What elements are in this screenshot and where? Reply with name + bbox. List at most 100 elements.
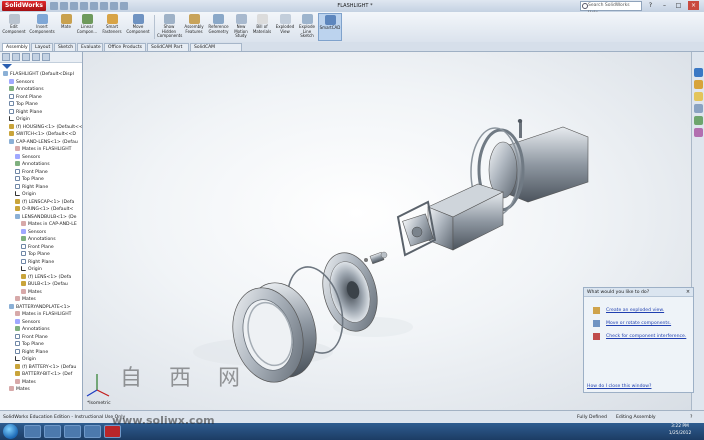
tree-item[interactable]: Top Plane [9, 101, 38, 109]
select-icon[interactable] [100, 2, 108, 10]
tree-item[interactable]: Sensors [15, 318, 40, 327]
property-manager-tab-icon[interactable] [12, 53, 20, 61]
tree-item[interactable]: Top Plane [15, 341, 44, 349]
tree-item[interactable]: Origin [15, 191, 36, 199]
smart-fasteners-button[interactable]: Smart Fasteners [101, 13, 123, 41]
tree-item[interactable]: Origin [15, 356, 36, 364]
edit-component-button[interactable]: Edit Component [2, 13, 26, 41]
tab-solidcam-operations[interactable]: SolidCAM Operations [190, 43, 242, 58]
reference-geometry-button[interactable]: Reference Geometry [206, 13, 231, 41]
assembly-features-button[interactable]: Assembly Features [183, 13, 205, 41]
linear-pattern-button[interactable]: Linear Compon... [76, 13, 98, 41]
tree-item[interactable]: (f) LENSCAP<1> (Defa [15, 198, 74, 207]
new-motion-study-button[interactable]: New Motion Study [232, 13, 250, 41]
smartcad-button[interactable]: SmartCAD [318, 13, 342, 41]
tree-item[interactable]: Front Plane [9, 93, 42, 102]
check-interference-link[interactable]: Check for component interference. [606, 334, 686, 339]
tab-evaluate[interactable]: Evaluate [77, 43, 103, 51]
file-explorer-icon[interactable] [694, 92, 703, 101]
rebuild-icon[interactable] [110, 2, 118, 10]
dimxpert-tab-icon[interactable] [32, 53, 40, 61]
view-palette-icon[interactable] [694, 104, 703, 113]
filter-icon[interactable] [2, 64, 12, 69]
open-icon[interactable] [60, 2, 68, 10]
tree-item[interactable]: Annotations [9, 86, 44, 94]
tree-item[interactable]: Right Plane [15, 348, 48, 357]
print-icon[interactable] [80, 2, 88, 10]
tab-assembly[interactable]: Assembly [2, 43, 30, 51]
tree-item[interactable]: Mates in FLASHLIGHT [15, 146, 71, 154]
design-library-icon[interactable] [694, 80, 703, 89]
exploded-view-button[interactable]: Exploded View [274, 13, 296, 41]
battery-and-plate-part[interactable] [396, 183, 504, 257]
save-icon[interactable] [70, 2, 78, 10]
app-taskbar-icon[interactable] [84, 425, 101, 438]
tree-item[interactable]: SWITCH<1> (Default<<D [9, 131, 76, 139]
new-document-icon[interactable] [50, 2, 58, 10]
tree-item[interactable]: BULB<1> (Defau [21, 281, 68, 289]
minimize-button[interactable]: – [659, 1, 670, 10]
tree-item[interactable]: CAP-AND-LENS<1> (Defau [9, 138, 78, 147]
tree-item[interactable]: Right Plane [9, 108, 42, 117]
feature-manager-tab-icon[interactable] [2, 53, 10, 61]
maximize-button[interactable]: □ [673, 1, 684, 10]
tab-layout[interactable]: Layout [31, 43, 53, 51]
tree-item[interactable]: Mates [9, 386, 30, 394]
tree-item[interactable]: Annotations [15, 161, 50, 169]
move-component-button[interactable]: Move Component [125, 13, 151, 41]
tree-item[interactable]: BATTERYANDPLATE<1> [9, 303, 70, 312]
tree-item[interactable]: Origin [9, 116, 30, 124]
tree-item[interactable]: Top Plane [15, 176, 44, 184]
task-pane-close-icon[interactable]: × [685, 289, 691, 295]
help-search-input[interactable]: Search SolidWorks Help [580, 1, 642, 16]
tree-item[interactable]: Mates [15, 378, 36, 387]
tree-item[interactable]: (f) BATTERY<1> (Defau [15, 363, 76, 372]
explode-line-sketch-button[interactable]: Explode Line Sketch [297, 13, 317, 41]
tab-solidcam-part[interactable]: SolidCAM Part [147, 43, 189, 51]
explorer-taskbar-icon[interactable] [24, 425, 41, 438]
tree-item[interactable]: Sensors [15, 153, 40, 162]
tree-item[interactable]: Right Plane [21, 258, 54, 267]
how-to-close-link[interactable]: How do I close this window? [587, 384, 652, 389]
help-button[interactable]: ? [645, 1, 656, 10]
bill-of-materials-button[interactable]: Bill of Materials [251, 13, 273, 41]
tree-item[interactable]: Sensors [9, 78, 34, 87]
show-hidden-components-button[interactable]: Show Hidden Components [157, 13, 182, 41]
create-exploded-view-link[interactable]: Create an exploded view. [606, 308, 664, 313]
solidworks-logo[interactable]: SolidWorks [2, 1, 46, 11]
tree-item[interactable]: Mates in CAP-AND-LE [21, 221, 77, 229]
tab-sketch[interactable]: Sketch [54, 43, 76, 51]
tree-item[interactable]: Sensors [21, 228, 46, 237]
tree-item[interactable]: Mates [21, 288, 42, 297]
move-rotate-components-link[interactable]: Move or rotate components. [606, 321, 671, 326]
tree-item[interactable]: FLASHLIGHT (Default<Displ [3, 71, 74, 79]
tree-item[interactable]: Mates [15, 296, 36, 304]
mate-button[interactable]: Mate [57, 13, 75, 41]
close-button[interactable]: × [688, 1, 699, 10]
appearances-icon[interactable] [694, 116, 703, 125]
tree-item[interactable]: Front Plane [21, 243, 54, 252]
tree-item[interactable]: Front Plane [15, 333, 48, 342]
tree-item[interactable]: Right Plane [15, 183, 48, 192]
tab-office-products[interactable]: Office Products [104, 43, 146, 51]
tree-item[interactable]: O-RING<1> (Default< [15, 206, 73, 214]
tree-item[interactable]: LENSANDBULB<1> (De [15, 213, 76, 222]
tree-item[interactable]: (f) HOUSING<1> (Default<< [9, 123, 82, 132]
tree-item[interactable]: Origin [21, 266, 42, 274]
browser-taskbar-icon[interactable] [64, 425, 81, 438]
undo-icon[interactable] [90, 2, 98, 10]
tree-item[interactable]: (f) LENS<1> (Defa [21, 273, 71, 282]
start-button[interactable] [3, 424, 18, 439]
tree-item[interactable]: Annotations [21, 236, 56, 244]
tree-item[interactable]: Mates in FLASHLIGHT [15, 311, 71, 319]
options-icon[interactable] [120, 2, 128, 10]
display-manager-tab-icon[interactable] [42, 53, 50, 61]
insert-components-button[interactable]: Insert Components [28, 13, 56, 41]
tree-item[interactable]: Annotations [15, 326, 50, 334]
tree-item[interactable]: Front Plane [15, 168, 48, 177]
configuration-manager-tab-icon[interactable] [22, 53, 30, 61]
tree-item[interactable]: BATTERY-BIT<1> (Def [15, 371, 72, 379]
bulb-part[interactable] [364, 251, 388, 265]
media-taskbar-icon[interactable] [44, 425, 61, 438]
tree-item[interactable]: Top Plane [21, 251, 50, 259]
